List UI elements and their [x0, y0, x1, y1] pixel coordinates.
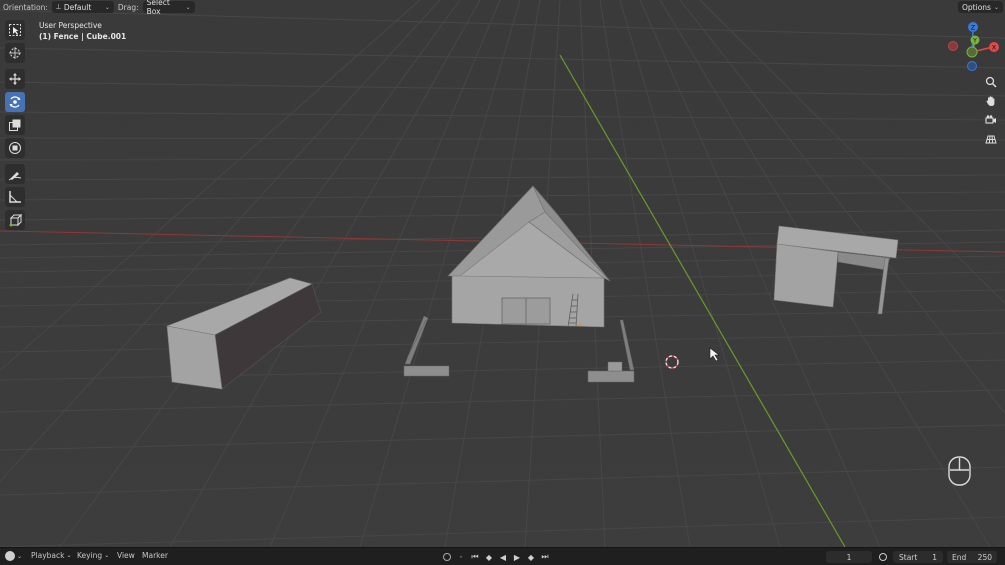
drag-label: Drag:: [117, 2, 139, 12]
select-box-tool[interactable]: [5, 20, 25, 40]
record-icon[interactable]: [442, 551, 452, 563]
start-label: Start: [899, 552, 918, 562]
navigation-gizmo[interactable]: Z Y X: [944, 18, 1004, 74]
orientation-label: Orientation:: [3, 2, 48, 12]
grid-icon: [985, 135, 997, 144]
x-axis-label: X: [992, 44, 997, 52]
current-frame-value: 1: [846, 552, 852, 562]
view-name: User Perspective: [39, 21, 102, 30]
marker-menu[interactable]: Marker: [142, 551, 168, 560]
current-frame-field[interactable]: 1: [826, 551, 872, 563]
z-axis-label: Z: [971, 24, 976, 32]
chevron-down-icon: ⌄: [104, 552, 110, 559]
select-box-icon: [9, 24, 21, 36]
move-tool[interactable]: [5, 69, 25, 89]
measure-tool[interactable]: [5, 187, 25, 207]
next-keyframe-icon[interactable]: ◆: [526, 551, 536, 563]
add-cube-tool[interactable]: [5, 210, 25, 230]
playback-menu[interactable]: Playback ⌄: [31, 551, 72, 560]
chevron-down-icon: ⌄: [66, 552, 72, 559]
zoom-icon: [985, 76, 997, 88]
pan-button[interactable]: [982, 92, 1000, 110]
view-label: View: [117, 551, 135, 560]
jump-end-icon[interactable]: ⏭: [540, 551, 550, 563]
3d-viewport[interactable]: Orientation: ⟂ Default ⌄ Drag: Select Bo…: [0, 0, 1005, 547]
chevron-down-icon: ⌄: [104, 3, 110, 11]
stopwatch-icon: [879, 553, 887, 561]
neg-x-axis-icon[interactable]: [948, 41, 958, 51]
annotate-icon: [8, 172, 22, 181]
scale-tool[interactable]: [5, 115, 25, 135]
timeline-bar: ⌄ Playback ⌄ Keying ⌄ View Marker • ⏮ ◆ …: [0, 547, 1005, 565]
annotate-tool[interactable]: [5, 164, 25, 184]
toggle-projection-button[interactable]: [982, 130, 1000, 148]
measure-icon: [9, 191, 21, 203]
viewport-info: User Perspective (1) Fence | Cube.001: [39, 20, 126, 42]
chevron-down-icon: ⌄: [17, 552, 23, 560]
play-reverse-icon[interactable]: ◀: [498, 551, 508, 563]
cursor-tool[interactable]: [5, 43, 25, 63]
zoom-button[interactable]: [982, 73, 1000, 91]
playback-label: Playback: [31, 551, 65, 560]
selection-info: (1) Fence | Cube.001: [39, 32, 127, 41]
neg-z-axis-icon[interactable]: [967, 61, 977, 71]
end-value: 250: [977, 552, 992, 562]
start-frame-field[interactable]: Start 1: [893, 551, 943, 563]
stopwatch-button[interactable]: [876, 551, 890, 563]
drag-value: Select Box: [146, 0, 170, 16]
neg-y-axis-icon[interactable]: [966, 46, 978, 58]
scale-icon: [9, 119, 21, 131]
chevron-down-icon: ⌄: [185, 3, 191, 11]
viewport-header: Orientation: ⟂ Default ⌄ Drag: Select Bo…: [0, 0, 1005, 16]
camera-icon: [985, 115, 996, 124]
scene-canvas[interactable]: [0, 0, 1005, 547]
orientation-axis-icon: ⟂: [55, 2, 61, 11]
play-icon[interactable]: ▶: [512, 551, 522, 563]
separator-dot: •: [458, 552, 464, 562]
start-value: 1: [932, 552, 937, 562]
camera-view-button[interactable]: [982, 111, 1000, 129]
marker-label: Marker: [142, 551, 168, 560]
transform-tool[interactable]: [5, 138, 25, 158]
editor-type-button[interactable]: ⌄: [5, 551, 22, 561]
jump-start-icon[interactable]: ⏮: [470, 551, 480, 563]
keying-label: Keying: [77, 551, 103, 560]
transport-controls: • ⏮ ◆ ◀ ▶ ◆ ⏭: [442, 551, 550, 563]
prev-keyframe-icon[interactable]: ◆: [484, 551, 494, 563]
options-button[interactable]: Options ⌄: [958, 1, 1003, 13]
drag-dropdown[interactable]: Select Box ⌄: [142, 0, 195, 16]
keying-menu[interactable]: Keying ⌄: [77, 551, 109, 560]
rotate-tool[interactable]: [5, 92, 25, 112]
transform-icon: [9, 142, 21, 154]
orientation-value: Default: [63, 2, 92, 12]
y-axis-label: Y: [972, 38, 977, 45]
tool-shelf: [5, 20, 27, 233]
move-icon: [9, 73, 21, 85]
rotate-icon: [9, 96, 21, 108]
cursor-icon: [9, 47, 21, 59]
hand-icon: [986, 96, 995, 106]
end-frame-field[interactable]: End 250: [947, 551, 997, 563]
view-menu[interactable]: View: [117, 551, 135, 560]
chevron-down-icon: ⌄: [993, 3, 999, 11]
options-label: Options: [962, 2, 991, 12]
orientation-dropdown[interactable]: ⟂ Default ⌄: [51, 1, 114, 13]
add-cube-icon: [9, 213, 22, 227]
end-label: End: [952, 552, 967, 562]
clock-icon: [5, 551, 15, 561]
